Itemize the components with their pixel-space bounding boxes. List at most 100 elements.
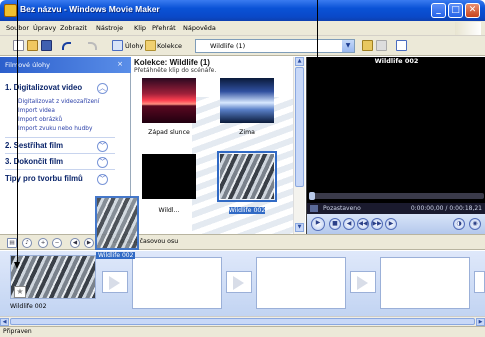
narrate-icon[interactable]: ♪ <box>22 238 32 248</box>
task-pane-title: Filmové úlohy <box>5 61 50 69</box>
menu-bar: Soubor Úpravy Zobrazit Nástroje Klip Pře… <box>0 21 485 36</box>
playback-controls: ▶ ■ ◀ ◀◀ ▶▶ ▶ ◑ ◉ <box>307 214 485 234</box>
status-bar: Připraven <box>0 326 485 337</box>
play-icon[interactable]: ▶ <box>311 217 325 231</box>
title-bar: Bez názvu - Windows Movie Maker _ □ ✕ <box>0 0 485 21</box>
seek-bar[interactable] <box>309 192 484 200</box>
clip-thumbnail-glacier[interactable] <box>220 78 274 123</box>
chevron-down-icon[interactable]: ﹀ <box>97 174 108 185</box>
toolbar: Úlohy Kolekce Wildlife (1) ▼ <box>0 36 485 56</box>
next-frame-icon[interactable]: ▶ <box>385 218 397 230</box>
scroll-right-arrow-icon[interactable]: ▶ <box>476 318 485 326</box>
storyboard-empty-cell[interactable] <box>132 257 222 309</box>
transition-arrow-icon <box>357 276 368 290</box>
clip-thumbnail-sunset[interactable] <box>142 78 196 123</box>
scroll-left-arrow-icon[interactable]: ◀ <box>0 318 9 326</box>
close-pane-icon[interactable]: × <box>117 60 123 68</box>
redo-icon[interactable] <box>88 42 97 50</box>
menu-upravy[interactable]: Úpravy <box>33 24 56 32</box>
menu-nastroje[interactable]: Nástroje <box>96 24 123 32</box>
transition-arrow-icon <box>233 276 244 290</box>
zoom-in-icon[interactable]: + <box>38 238 48 248</box>
save-project-icon[interactable] <box>41 40 52 51</box>
clip-thumbnail-wildlife-002[interactable] <box>217 151 277 202</box>
previous-frame-icon[interactable]: ◀ <box>343 218 355 230</box>
storyboard-empty-cell[interactable] <box>380 257 470 309</box>
storyboard-scrollbar[interactable]: ◀ ▶ <box>0 316 485 326</box>
stop-icon[interactable]: ■ <box>329 218 341 230</box>
collection-dropdown[interactable]: Wildlife (1) ▼ <box>195 39 355 53</box>
snapshot-icon[interactable]: ◉ <box>469 218 481 230</box>
clip-label: Wildl... <box>158 207 180 214</box>
seek-knob[interactable] <box>309 192 315 200</box>
clip-label: Zima <box>239 129 255 136</box>
transition-slot[interactable] <box>350 271 376 293</box>
task-link-import-pictures[interactable]: Import obrázků <box>18 117 62 123</box>
zoom-out-icon[interactable]: − <box>52 238 62 248</box>
scroll-thumb[interactable] <box>10 318 475 325</box>
playback-time: 0:00:00,00 / 0:00:18,21 <box>410 205 482 212</box>
menu-klip[interactable]: Klip <box>134 24 146 32</box>
chevron-down-icon[interactable]: ▼ <box>342 40 354 52</box>
menu-prehrat[interactable]: Přehrát <box>152 24 176 32</box>
clip-thumbnail-wildlife-001[interactable] <box>142 154 196 199</box>
collection-scrollbar[interactable]: ▲ ▼ <box>293 57 305 234</box>
storyboard-view-icon[interactable]: ▤ <box>7 238 17 248</box>
scroll-up-arrow-icon[interactable]: ▲ <box>295 57 304 66</box>
movie-maker-app-icon <box>4 4 17 17</box>
storyboard-empty-cell[interactable] <box>256 257 346 309</box>
collections-button[interactable]: Kolekce <box>157 39 182 53</box>
play-storyboard-icon[interactable]: ▶ <box>84 238 94 248</box>
rewind-storyboard-icon[interactable]: ◀ <box>70 238 80 248</box>
task-section-edit[interactable]: 2. Sestříhat film <box>5 141 63 150</box>
chevron-down-icon[interactable]: ﹀ <box>97 157 108 168</box>
divider <box>5 169 115 170</box>
new-collection-icon[interactable] <box>376 40 387 51</box>
transition-slot[interactable] <box>102 271 128 293</box>
minimize-button[interactable]: _ <box>431 3 446 18</box>
drag-ghost-clip <box>95 196 139 250</box>
menu-napoveda[interactable]: Nápověda <box>183 24 216 32</box>
annotation-arrow-icon <box>314 88 320 95</box>
close-button[interactable]: ✕ <box>465 3 480 18</box>
split-clip-icon[interactable]: ◑ <box>453 218 465 230</box>
tasks-icon <box>112 40 123 51</box>
annotation-arrow-icon <box>14 262 20 269</box>
task-section-finish[interactable]: 3. Dokončit film <box>5 157 63 166</box>
storyboard-clip-wildlife-002[interactable]: ★ <box>10 255 96 299</box>
undo-icon[interactable] <box>62 42 71 50</box>
task-link-import-audio[interactable]: Import zvuku nebo hudby <box>18 126 92 132</box>
scroll-thumb[interactable] <box>295 67 304 187</box>
window-title: Bez názvu - Windows Movie Maker <box>20 4 160 14</box>
preview-screen[interactable] <box>308 67 484 190</box>
transition-slot[interactable] <box>226 271 252 293</box>
views-icon[interactable] <box>396 40 407 51</box>
transition-slot[interactable] <box>474 271 485 293</box>
chevron-down-icon[interactable]: ﹀ <box>97 141 108 152</box>
storyboard-clip-label: Wildlife 002 <box>10 303 47 310</box>
collection-title: Kolekce: Wildlife (1) <box>134 58 210 67</box>
chevron-up-icon[interactable]: ︿ <box>97 83 108 94</box>
tasks-button[interactable]: Úlohy <box>125 39 144 53</box>
up-folder-icon[interactable] <box>362 40 373 51</box>
maximize-button[interactable]: □ <box>448 3 463 18</box>
preview-monitor: Wildlife 002 Pozastaveno 0:00:00,00 / 0:… <box>306 57 485 234</box>
preview-status-bar: Pozastaveno 0:00:00,00 / 0:00:18,21 <box>307 203 485 214</box>
collection-pane: Kolekce: Wildlife (1) Přetáhněte klip do… <box>132 57 305 237</box>
annotation-line <box>17 0 18 264</box>
forward-icon[interactable]: ▶▶ <box>371 218 383 230</box>
effects-star-icon[interactable]: ★ <box>14 286 26 298</box>
annotation-line <box>317 0 318 90</box>
open-project-icon[interactable] <box>27 40 38 51</box>
menu-zobrazit[interactable]: Zobrazit <box>60 24 87 32</box>
task-pane-header: Filmové úlohy × <box>0 57 131 73</box>
clip-label-text: Wildlife 002 <box>228 207 266 214</box>
new-project-icon[interactable] <box>13 40 24 51</box>
task-link-capture-device[interactable]: Digitalizovat z videozařízení <box>18 99 99 105</box>
collection-dropdown-value: Wildlife (1) <box>210 42 246 50</box>
scroll-down-arrow-icon[interactable]: ▼ <box>295 223 304 232</box>
fullscreen-icon[interactable] <box>310 205 318 212</box>
divider <box>5 153 115 154</box>
task-link-import-video[interactable]: Import videa <box>18 108 55 114</box>
rewind-icon[interactable]: ◀◀ <box>357 218 369 230</box>
